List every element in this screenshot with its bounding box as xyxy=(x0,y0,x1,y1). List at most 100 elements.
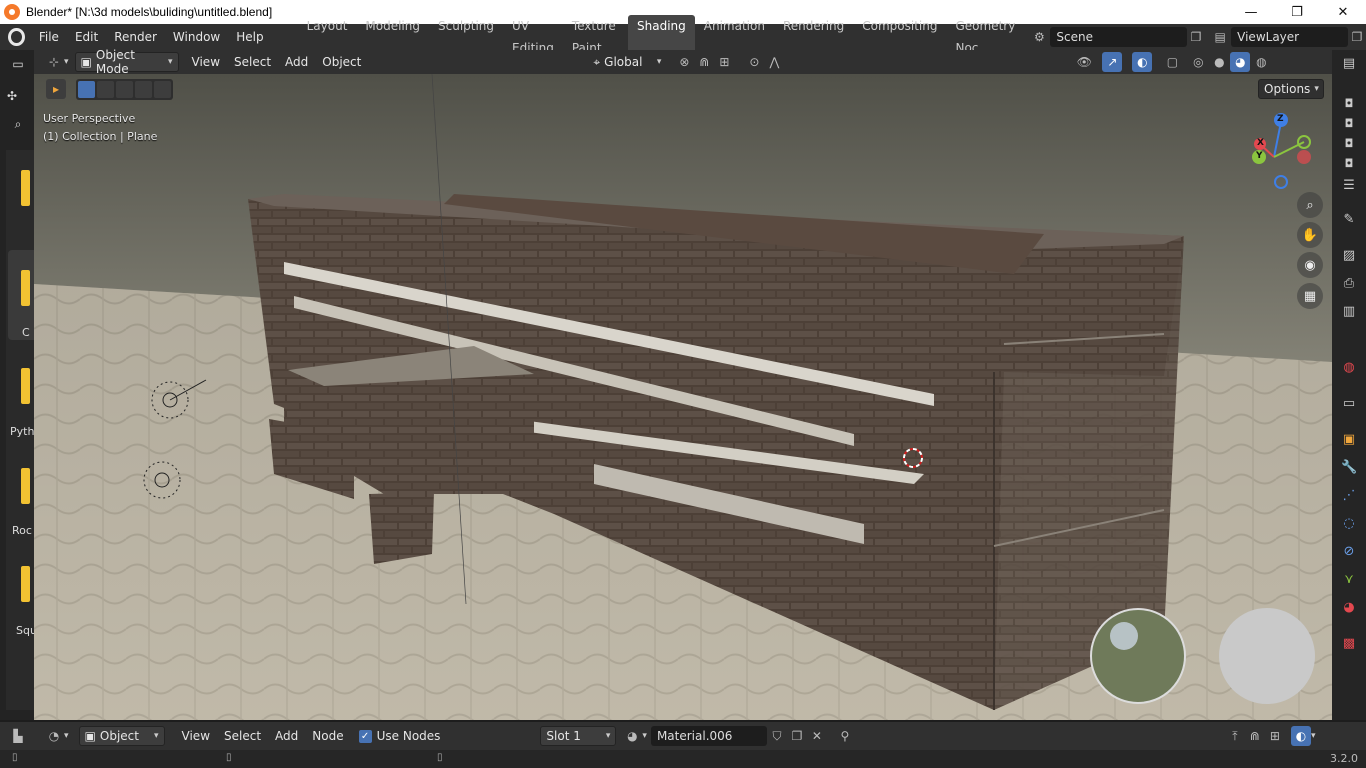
pivot-icon[interactable]: ⊗ xyxy=(674,52,694,72)
view-layer-properties-icon[interactable]: ▥ xyxy=(1341,304,1357,320)
menu-add[interactable]: Add xyxy=(278,52,315,72)
object-mode-dropdown[interactable]: ▣ Object Mode ▾ xyxy=(74,48,179,76)
pin-icon[interactable]: ⚲ xyxy=(835,726,855,746)
shading-solid-icon[interactable]: ● xyxy=(1209,52,1229,72)
file-browser-icon[interactable]: ▭ xyxy=(8,54,28,74)
particles-properties-icon[interactable]: ⋰ xyxy=(1341,488,1357,504)
editor-type-icon[interactable]: ⊹ xyxy=(44,52,64,72)
xray-icon[interactable]: ▢ xyxy=(1162,52,1182,72)
duplicate-material-icon[interactable]: ❐ xyxy=(787,726,807,746)
hand-icon[interactable]: ✋ xyxy=(1297,222,1323,248)
menu-help[interactable]: Help xyxy=(228,26,271,48)
object-properties-icon[interactable]: ▣ xyxy=(1341,432,1357,448)
camera-snap-icon-2[interactable]: ◘ xyxy=(1341,116,1357,132)
asset-label-pyth: Pyth xyxy=(10,425,35,438)
constraints-properties-icon[interactable]: ⊘ xyxy=(1341,544,1357,560)
viewlayer-icon[interactable]: ▤ xyxy=(1211,27,1229,47)
outliner-icon[interactable]: ▤ xyxy=(1341,56,1357,72)
menu-select[interactable]: Select xyxy=(227,52,278,72)
menu-window[interactable]: Window xyxy=(165,26,228,48)
shader-type-dropdown[interactable]: ▣ Object ▾ xyxy=(78,726,165,746)
node-tree-type-icon[interactable]: ◔ xyxy=(44,726,64,746)
overlay-icon[interactable]: ◐ xyxy=(1290,726,1311,746)
editor-type-icon[interactable]: ▙ xyxy=(8,726,28,746)
minimize-button[interactable]: — xyxy=(1228,0,1274,24)
menu-object[interactable]: Object xyxy=(315,52,368,72)
node-menu-node[interactable]: Node xyxy=(305,726,350,746)
falloff-icon[interactable]: ⋀ xyxy=(764,52,784,72)
camera-snap-icon-1[interactable]: ◘ xyxy=(1341,96,1357,112)
cursor-tool-icon[interactable]: ✣ xyxy=(2,86,22,106)
gizmo-toggle-icon[interactable]: ↗ xyxy=(1102,52,1123,72)
snap-element-icon[interactable]: ⊞ xyxy=(1265,726,1285,746)
select-new-icon[interactable] xyxy=(78,80,95,98)
slot-dropdown[interactable]: Slot 1 ▾ xyxy=(540,726,617,746)
material-name-field[interactable]: Material.006 xyxy=(650,726,767,746)
shading-material-icon[interactable]: ◕ xyxy=(1230,52,1251,72)
material-properties-icon[interactable]: ◕ xyxy=(1341,600,1357,616)
select-tool-icon[interactable]: ▸ xyxy=(46,79,66,99)
texture-properties-icon[interactable]: ▩ xyxy=(1341,636,1357,652)
proportional-icon[interactable]: ⊙ xyxy=(744,52,764,72)
search-icon[interactable]: ⌕ xyxy=(8,114,28,134)
asset-thumb-5[interactable] xyxy=(21,566,30,602)
data-properties-icon[interactable]: ⋎ xyxy=(1341,572,1357,588)
node-menu-add[interactable]: Add xyxy=(268,726,305,746)
unlink-material-icon[interactable]: ✕ xyxy=(807,726,827,746)
navigation-gizmo[interactable]: Z X Y xyxy=(1246,112,1318,190)
select-invert-icon[interactable] xyxy=(135,80,152,98)
fake-user-icon[interactable]: ⛉ xyxy=(767,726,787,746)
close-button[interactable]: ✕ xyxy=(1320,0,1366,24)
parent-node-tree-icon[interactable]: ⤒ xyxy=(1225,726,1245,746)
modifier-properties-icon[interactable]: 🔧 xyxy=(1341,460,1357,476)
select-extend-icon[interactable] xyxy=(97,80,114,98)
camera-snap-icon-4[interactable]: ◘ xyxy=(1341,156,1357,172)
properties-toggle-icon[interactable]: ☰ xyxy=(1341,178,1357,194)
options-label: Options xyxy=(1264,82,1311,96)
world-properties-icon[interactable]: ◍ xyxy=(1341,360,1357,376)
select-intersect-icon[interactable] xyxy=(154,80,171,98)
chevron-down-icon: ▾ xyxy=(154,731,159,741)
menu-render[interactable]: Render xyxy=(106,26,165,48)
scene-field[interactable]: Scene xyxy=(1050,27,1188,47)
orientation-dropdown[interactable]: ⌖ Global ▾ xyxy=(588,52,667,72)
output-properties-icon[interactable]: ⎙ xyxy=(1341,276,1357,292)
chevron-down-icon: ▾ xyxy=(1310,731,1316,741)
menu-edit[interactable]: Edit xyxy=(67,26,106,48)
shading-rendered-icon[interactable]: ◍ xyxy=(1251,52,1271,72)
visibility-icon[interactable]: 👁 xyxy=(1074,52,1094,72)
overlay-icon[interactable]: ◐ xyxy=(1132,52,1153,72)
scene-icon[interactable]: ⚙ xyxy=(1030,27,1048,47)
use-nodes-checkbox[interactable]: ✓ xyxy=(358,729,372,743)
node-menu-view[interactable]: View xyxy=(175,726,217,746)
tool-properties-icon[interactable]: ✎ xyxy=(1341,212,1357,228)
node-menu-select[interactable]: Select xyxy=(217,726,268,746)
asset-thumb-4[interactable] xyxy=(21,468,30,504)
new-viewlayer-icon[interactable]: ❐ xyxy=(1348,27,1366,47)
render-properties-icon[interactable]: ▨ xyxy=(1341,248,1357,264)
new-scene-icon[interactable]: ❐ xyxy=(1187,27,1205,47)
maximize-button[interactable]: ❐ xyxy=(1274,0,1320,24)
asset-thumb-1[interactable] xyxy=(21,170,30,206)
magnet-icon[interactable]: ⋒ xyxy=(694,52,714,72)
viewlayer-field[interactable]: ViewLayer xyxy=(1231,27,1348,47)
menu-view[interactable]: View xyxy=(185,52,227,72)
3d-viewport[interactable] xyxy=(34,74,1332,720)
select-subtract-icon[interactable] xyxy=(116,80,133,98)
asset-thumb-3[interactable] xyxy=(21,368,30,404)
snap-icon[interactable]: ⊞ xyxy=(714,52,734,72)
camera-snap-icon-3[interactable]: ◘ xyxy=(1341,136,1357,152)
menu-file[interactable]: File xyxy=(31,26,67,48)
shading-wireframe-icon[interactable]: ◎ xyxy=(1188,52,1208,72)
options-dropdown[interactable]: Options ▾ xyxy=(1258,79,1324,99)
blender-logo-icon[interactable] xyxy=(8,28,25,46)
viewport-scene[interactable] xyxy=(34,74,1332,720)
snap-icon[interactable]: ⋒ xyxy=(1245,726,1265,746)
camera-icon[interactable]: ◉ xyxy=(1297,252,1323,278)
physics-properties-icon[interactable]: ◌ xyxy=(1341,516,1357,532)
zoom-icon[interactable]: ⌕ xyxy=(1297,192,1323,218)
material-browse-icon[interactable]: ◕ xyxy=(622,726,642,746)
asset-thumb-2[interactable] xyxy=(21,270,30,306)
collection-properties-icon[interactable]: ▭ xyxy=(1341,396,1357,412)
grid-icon[interactable]: ▦ xyxy=(1297,283,1323,309)
